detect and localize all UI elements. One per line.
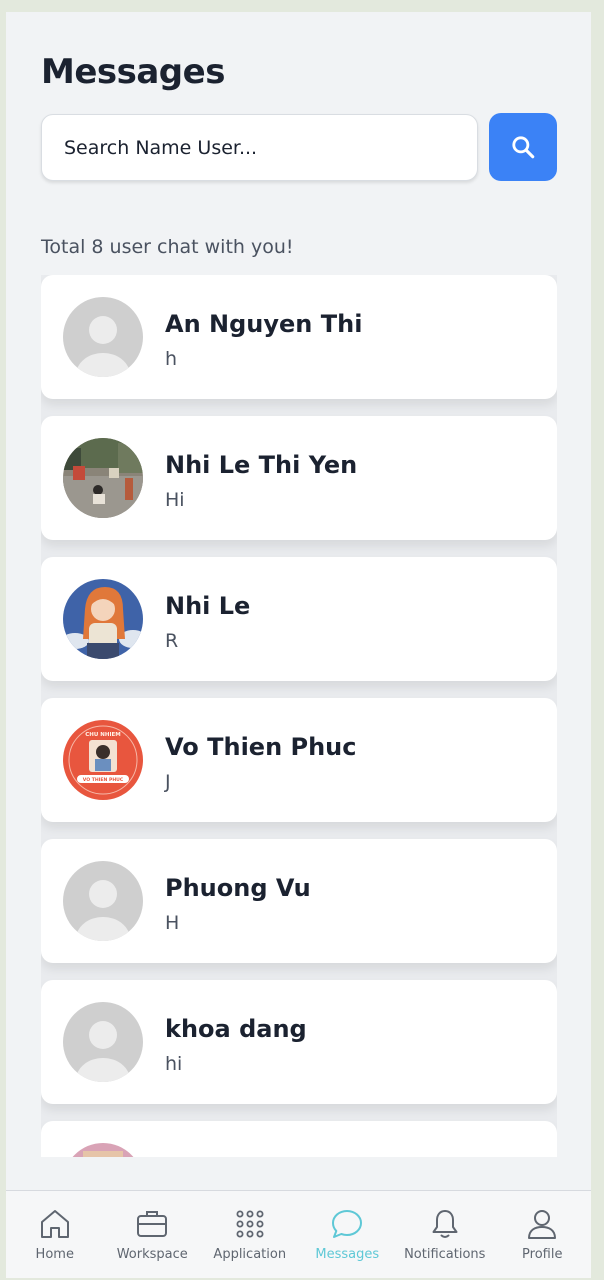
chat-last-message: h <box>165 348 178 370</box>
chat-item[interactable]: Nhi Le R <box>41 557 557 681</box>
chat-user-name: An Nguyen Thi <box>165 310 363 338</box>
chat-last-message: R <box>165 630 179 652</box>
chat-last-message: hi <box>165 1053 183 1075</box>
nav-application[interactable]: Application <box>201 1191 299 1278</box>
search-input[interactable] <box>64 136 455 159</box>
search-icon <box>512 136 535 159</box>
grid-icon <box>236 1210 264 1238</box>
avatar <box>63 1143 143 1157</box>
nav-messages[interactable]: Messages <box>299 1191 397 1278</box>
avatar: CHU NHIEM VO THIEN PHUC <box>63 720 143 800</box>
nav-notifications[interactable]: Notifications <box>396 1191 494 1278</box>
nav-home[interactable]: Home <box>6 1191 104 1278</box>
avatar <box>63 297 143 377</box>
messages-screen: Messages Total 8 user chat with you! An … <box>6 12 591 1278</box>
avatar <box>63 861 143 941</box>
chat-item[interactable]: Phuong Vu H <box>41 839 557 963</box>
bottom-navigation: Home Workspace Application Messages Noti… <box>6 1190 591 1278</box>
avatar <box>63 579 143 659</box>
nav-label: Workspace <box>116 1247 188 1262</box>
nav-label: Profile <box>522 1247 563 1262</box>
svg-text:CHU NHIEM: CHU NHIEM <box>85 732 121 738</box>
chat-last-message: Hi <box>165 489 185 511</box>
nav-label: Home <box>35 1247 74 1262</box>
chat-user-name: khoa dang <box>165 1015 307 1043</box>
search-button[interactable] <box>489 113 557 181</box>
search-field[interactable] <box>41 114 478 181</box>
street-photo-avatar <box>63 438 143 518</box>
avatar <box>63 1002 143 1082</box>
chat-count-text: Total 8 user chat with you! <box>41 236 294 258</box>
bell-icon <box>432 1210 458 1238</box>
default-avatar-icon <box>63 1002 143 1082</box>
nav-workspace[interactable]: Workspace <box>104 1191 202 1278</box>
chat-bubble-icon <box>332 1210 363 1238</box>
chat-list[interactable]: An Nguyen Thi h Nhi Le Thi Yen Hi Nhi Le… <box>41 275 557 1157</box>
nav-label: Application <box>213 1247 287 1262</box>
page-title: Messages <box>41 52 225 92</box>
anime-girl-avatar <box>63 579 143 659</box>
avatar <box>63 438 143 518</box>
chat-user-name: Phuong Vu <box>165 874 311 902</box>
chat-item[interactable]: khoa dang hi <box>41 980 557 1104</box>
user-icon <box>528 1210 557 1239</box>
chat-item[interactable]: An Nguyen Thi h <box>41 275 557 399</box>
chat-item[interactable]: CHU NHIEM VO THIEN PHUC Vo Thien Phuc J <box>41 698 557 822</box>
chat-last-message: J <box>165 771 171 793</box>
chat-user-name: Nhi Le Thi Yen <box>165 451 358 479</box>
badge-avatar: CHU NHIEM VO THIEN PHUC <box>63 720 143 800</box>
nav-label: Messages <box>315 1247 380 1262</box>
chat-user-name: Vo Thien Phuc <box>165 733 357 761</box>
chat-item[interactable]: Nhi Le Thi Yen Hi <box>41 416 557 540</box>
chat-user-name: Nhi Le <box>165 592 251 620</box>
default-avatar-icon <box>63 861 143 941</box>
nav-label: Notifications <box>404 1247 486 1262</box>
nav-profile[interactable]: Profile <box>494 1191 592 1278</box>
chat-last-message: H <box>165 912 180 934</box>
svg-text:VO THIEN PHUC: VO THIEN PHUC <box>83 777 124 783</box>
default-avatar-icon <box>63 297 143 377</box>
home-icon <box>40 1210 69 1238</box>
chat-item[interactable] <box>41 1121 557 1157</box>
photo-avatar <box>63 1143 143 1157</box>
briefcase-icon <box>137 1211 168 1237</box>
